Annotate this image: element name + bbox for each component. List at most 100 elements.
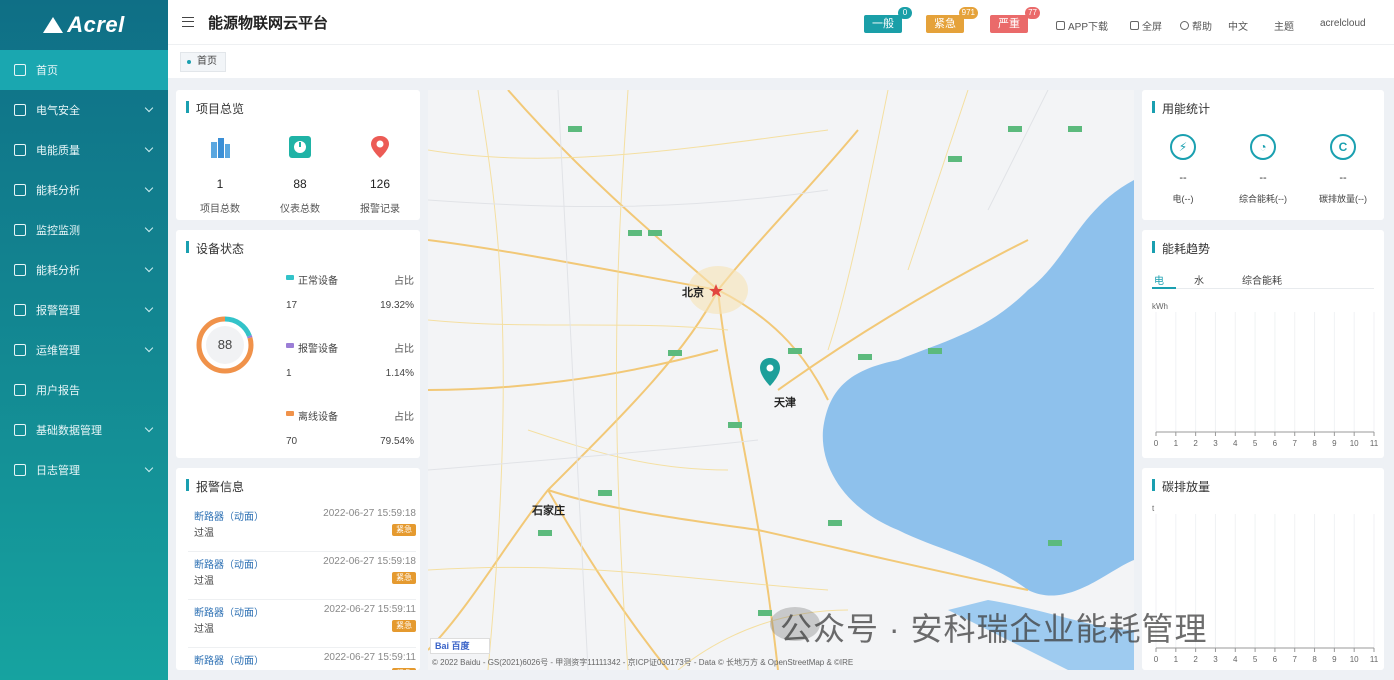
sidebar: Acrel 首页 电气安全 电能质量 能耗分析 监控监测 能耗分析 报警管理 运维管理 用户报告… [0,0,168,680]
brand-name: Acrel [67,12,125,37]
x-tick-label: 0 [1154,655,1159,664]
language-label: 中文 [1228,22,1248,33]
x-tick-label: 7 [1293,655,1298,664]
stat-value: 1 [216,177,224,191]
app-download-button[interactable]: APP下载 [1056,18,1108,33]
alarm-list-item[interactable]: 断路器（动面） 过温 2022-06-27 15:59:11 紧急 [188,648,416,670]
theme-button[interactable]: 主题 [1274,18,1294,33]
stat-value: 126 [369,177,391,191]
device-count: 17 [286,300,298,311]
sidebar-item[interactable]: 能耗分析 [0,170,168,210]
chevron-down-icon [144,343,154,353]
help-button[interactable]: 帮助 [1180,18,1212,33]
alarm-list-item[interactable]: 断路器（动面） 过温 2022-06-27 15:59:11 紧急 [188,600,416,648]
building-icon [211,138,230,158]
stat-label: 项目总数 [200,204,240,215]
sidebar-item[interactable]: 用户报告 [0,370,168,410]
chevron-down-icon [144,183,154,193]
alarm-device: 断路器（动面） [194,608,264,619]
alarm-type: 过温 [194,668,214,670]
device-count: 70 [286,436,298,447]
alarm-time: 2022-06-27 15:59:18 [323,556,416,567]
sidebar-item[interactable]: 运维管理 [0,330,168,370]
chevron-down-icon [144,263,154,273]
x-tick-label: 3 [1213,439,1218,448]
energy-stats-panel: 用能统计 ⚡ -- 电(--) ◔ -- 综合能耗(--) C -- 碳排放量(… [1142,90,1384,220]
watermark-text: 公众号 · 安科瑞企业能耗管理 [780,611,1208,647]
x-tick-label: 5 [1253,655,1258,664]
tab-home[interactable]: 首页 [180,52,226,72]
menu-toggle-icon[interactable] [182,17,194,27]
sidebar-item[interactable]: 基础数据管理 [0,410,168,450]
meter-icon [289,136,311,158]
legend-dot [286,343,294,348]
database-icon [14,424,26,436]
trend-chart: 0 1 2 3 4 5 6 7 8 9 10 11 [1154,312,1379,448]
alarm-severe-button[interactable]: 严重 77 [990,7,1040,33]
alarm-urgent-count: 971 [958,7,978,19]
chevron-down-icon [144,223,154,233]
home-icon [14,64,26,76]
x-tick-label: 7 [1293,439,1298,448]
sidebar-item-label: 运维管理 [36,345,80,357]
wave-icon [14,344,26,356]
brand-logo: Acrel [0,0,168,50]
alarm-type: 过温 [194,576,214,587]
trend-tab-water[interactable]: 水 [1194,272,1204,287]
sidebar-item[interactable]: 日志管理 [0,450,168,490]
phone-icon [1056,21,1065,30]
map-city-label: 北京 [682,287,704,299]
alarm-urgent-button[interactable]: 紧急 971 [926,7,978,33]
chevron-down-icon [144,303,154,313]
report-icon [14,384,26,396]
sidebar-item[interactable]: 首页 [0,50,168,90]
sidebar-item-label: 用户报告 [36,385,80,397]
project-map[interactable]: 北京 天津 石家庄 Bai 百度 © 2022 Baidu - GS(2021)… [428,90,1134,670]
logo-icon [43,17,64,33]
sidebar-item[interactable]: 监控监测 [0,210,168,250]
sidebar-item[interactable]: 电能质量 [0,130,168,170]
energy-label: 综合能耗(--) [1239,194,1287,204]
alarm-list-item[interactable]: 断路器（动面） 过温 2022-06-27 15:59:18 紧急 [188,552,416,600]
alarm-urgent-label: 紧急 [934,18,956,30]
lightning-icon: ⚡ [1170,134,1196,160]
energy-label: 碳排放量(--) [1319,194,1367,204]
device-name: 离线设备 [298,412,338,423]
tab-underline [1152,288,1374,289]
x-tick-label: 11 [1370,655,1379,664]
x-tick-label: 10 [1350,655,1359,664]
legend-dot [286,411,294,416]
language-button[interactable]: 中文 [1228,18,1248,33]
sidebar-item[interactable]: 能耗分析 [0,250,168,290]
alarm-type: 过温 [194,528,214,539]
alarm-level-tag: 紧急 [392,668,416,670]
x-tick-label: 3 [1213,655,1218,664]
chevron-down-icon [144,143,154,153]
stat-alarm-count: 126 报警记录 [340,134,420,215]
alarm-list-item[interactable]: 断路器（动面） 过温 2022-06-27 15:59:18 紧急 [188,504,416,552]
x-tick-label: 9 [1332,655,1337,664]
user-menu[interactable]: acrelcloud [1320,18,1366,29]
alarm-general-button[interactable]: 一般 0 [864,7,912,33]
sidebar-item[interactable]: 报警管理 [0,290,168,330]
fullscreen-label: 全屏 [1142,22,1162,33]
device-pct: 1.14% [385,368,414,379]
alarm-level-tag: 紧急 [392,572,416,584]
device-total: 88 [217,337,233,352]
ratio-label: 占比 [394,412,414,423]
alarm-level-tag: 紧急 [392,620,416,632]
x-tick-label: 4 [1233,655,1238,664]
alarm-device: 断路器（动面） [194,656,264,667]
sidebar-item-label: 能耗分析 [36,265,80,277]
map-attribution: © 2022 Baidu - GS(2021)6026号 - 甲测资字11111… [432,658,854,667]
alarm-device: 断路器（动面） [194,560,264,571]
sidebar-item[interactable]: 电气安全 [0,90,168,130]
trend-tab-electric[interactable]: 电 [1154,272,1164,287]
trend-tab-total[interactable]: 综合能耗 [1242,272,1282,287]
fullscreen-button[interactable]: 全屏 [1130,18,1162,33]
username: acrelcloud [1320,18,1366,29]
theme-label: 主题 [1274,22,1294,33]
device-pct: 79.54% [380,436,414,447]
gauge-icon: ◔ [1250,134,1276,160]
panel-title: 能耗趋势 [1152,240,1210,257]
